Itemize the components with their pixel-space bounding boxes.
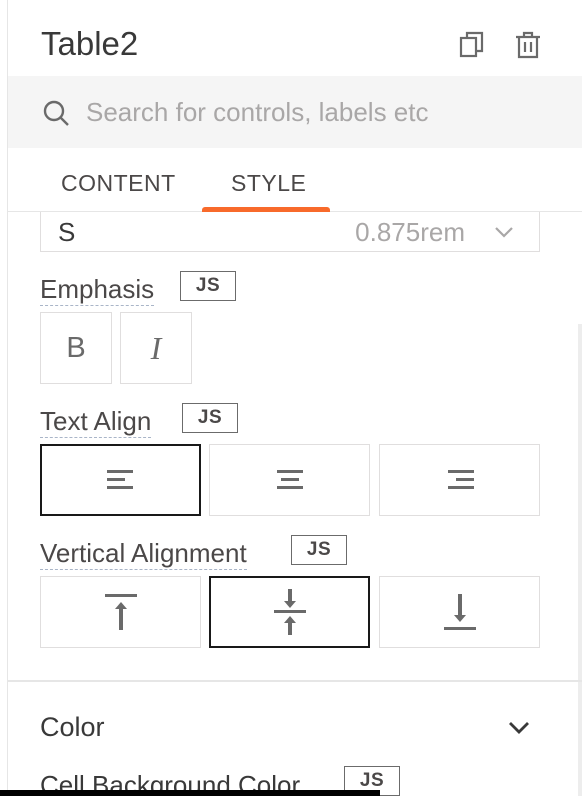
style-properties: S 0.875rem Emphasis JS B I Text Align JS — [8, 212, 582, 796]
font-size-selected-value: 0.875rem — [355, 217, 465, 247]
valign-center-button[interactable] — [209, 576, 370, 648]
chevron-down-icon — [495, 227, 513, 238]
property-tabs: CONTENT STYLE — [8, 148, 582, 212]
section-divider — [8, 680, 582, 682]
valign-bottom-button[interactable] — [379, 576, 540, 648]
search-bar — [8, 76, 582, 148]
vertical-alignment-label: Vertical Alignment — [40, 538, 247, 570]
bold-button[interactable]: B — [40, 312, 112, 384]
color-section-title[interactable]: Color — [40, 712, 105, 743]
property-pane-header: Table2 — [8, 0, 582, 76]
align-right-button[interactable] — [379, 444, 540, 516]
delete-icon[interactable] — [514, 30, 542, 60]
window-bottom-edge — [0, 790, 380, 796]
widget-name-title[interactable]: Table2 — [41, 25, 138, 63]
font-size-dropdown[interactable]: S 0.875rem — [40, 212, 540, 252]
font-size-selected-label: S — [58, 217, 76, 247]
align-left-button[interactable] — [40, 444, 201, 516]
align-middle-icon — [273, 589, 306, 635]
emphasis-label: Emphasis — [40, 274, 155, 306]
search-icon — [42, 99, 70, 127]
align-center-button[interactable] — [209, 444, 370, 516]
italic-button[interactable]: I — [120, 312, 192, 384]
chevron-down-icon[interactable] — [504, 712, 534, 742]
active-tab-indicator — [202, 207, 330, 212]
search-input[interactable] — [86, 92, 566, 132]
valign-top-button[interactable] — [40, 576, 201, 648]
align-top-icon — [104, 594, 137, 630]
align-bottom-icon — [443, 594, 476, 630]
text-align-js-toggle[interactable]: JS — [182, 403, 238, 433]
copy-icon[interactable] — [458, 30, 486, 60]
align-right-icon — [447, 470, 474, 489]
text-align-label: Text Align — [40, 406, 152, 438]
align-left-icon — [106, 470, 133, 489]
tab-content[interactable]: CONTENT — [61, 170, 176, 197]
emphasis-js-toggle[interactable]: JS — [180, 271, 236, 301]
align-center-icon — [276, 470, 303, 489]
scrollbar[interactable] — [578, 324, 582, 796]
vertical-alignment-js-toggle[interactable]: JS — [291, 535, 347, 565]
tab-style[interactable]: STYLE — [231, 170, 306, 197]
